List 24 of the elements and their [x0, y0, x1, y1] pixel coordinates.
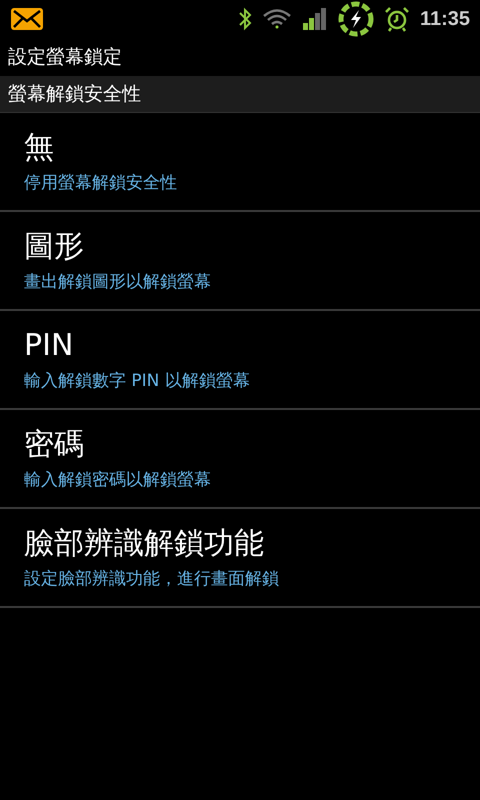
clock-time: 11:35	[420, 8, 470, 30]
option-summary: 輸入解鎖密碼以解鎖螢幕	[24, 468, 211, 490]
option-title: 圖形	[24, 228, 84, 264]
battery-charging-icon	[338, 1, 374, 37]
wifi-icon	[262, 8, 292, 30]
alarm-clock-icon	[384, 6, 410, 32]
option-summary: 停用螢幕解鎖安全性	[24, 172, 177, 194]
option-summary: 輸入解鎖數字 PIN 以解鎖螢幕	[24, 370, 250, 392]
option-title: 臉部辨識解鎖功能	[24, 526, 264, 562]
section-header: 螢幕解鎖安全性	[0, 76, 480, 113]
option-item[interactable]: 圖形 畫出解鎖圖形以解鎖螢幕	[0, 212, 480, 311]
window-title: 設定螢幕鎖定	[7, 45, 123, 70]
option-title: PIN	[24, 328, 74, 364]
email-icon	[10, 7, 44, 31]
option-title: 密碼	[24, 426, 84, 462]
bluetooth-icon	[238, 7, 252, 31]
option-title: 無	[24, 130, 54, 166]
signal-icon	[302, 7, 328, 31]
option-item[interactable]: 臉部辨識解鎖功能 設定臉部辨識功能，進行畫面解鎖	[0, 509, 480, 608]
option-item[interactable]: 密碼 輸入解鎖密碼以解鎖螢幕	[0, 410, 480, 509]
option-item[interactable]: 無 停用螢幕解鎖安全性	[0, 113, 480, 212]
option-summary: 畫出解鎖圖形以解鎖螢幕	[24, 270, 211, 292]
option-summary: 設定臉部辨識功能，進行畫面解鎖	[24, 568, 279, 590]
option-item[interactable]: PIN 輸入解鎖數字 PIN 以解鎖螢幕	[0, 311, 480, 410]
